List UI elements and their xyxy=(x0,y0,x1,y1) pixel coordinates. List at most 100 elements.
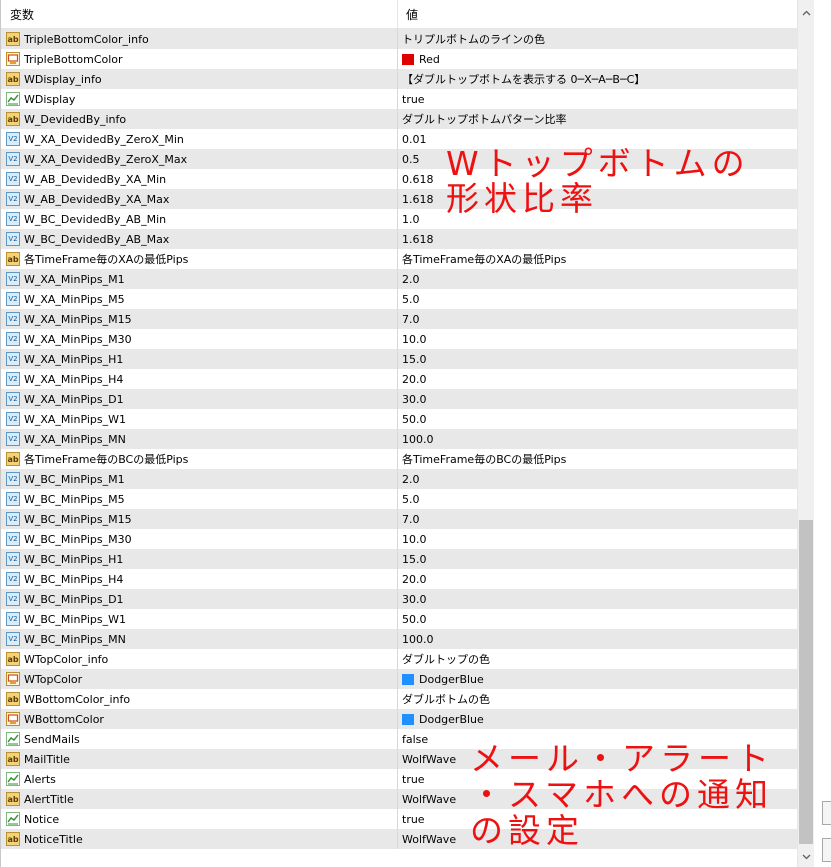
parameter-value-cell[interactable]: 2.0 xyxy=(398,269,797,289)
scroll-up-arrow-icon[interactable] xyxy=(798,4,815,21)
parameter-value-cell[interactable]: 2.0 xyxy=(398,469,797,489)
parameter-value-cell[interactable]: 各TimeFrame毎のXAの最低Pips xyxy=(398,249,797,269)
parameter-name-cell[interactable]: V2 W_BC_DevidedBy_AB_Min xyxy=(1,209,398,229)
parameter-name-cell[interactable]: V2 W_BC_DevidedBy_AB_Max xyxy=(1,229,398,249)
parameter-name-cell[interactable]: ab WBottomColor_info xyxy=(1,689,398,709)
parameter-row[interactable]: ab W_DevidedBy_info ダブルトップボトムパターン比率 xyxy=(1,109,797,129)
parameter-row[interactable]: V2 W_BC_MinPips_D1 30.0 xyxy=(1,589,797,609)
parameter-name-cell[interactable]: Alerts xyxy=(1,769,398,789)
parameter-name-cell[interactable]: V2 W_AB_DevidedBy_XA_Min xyxy=(1,169,398,189)
vertical-scrollbar[interactable] xyxy=(797,0,814,867)
value-column-header[interactable]: 値 xyxy=(398,0,797,28)
parameter-name-cell[interactable]: V2 W_XA_MinPips_M15 xyxy=(1,309,398,329)
parameter-value-cell[interactable]: 30.0 xyxy=(398,589,797,609)
parameter-value-cell[interactable]: 15.0 xyxy=(398,349,797,369)
variable-column-header[interactable]: 変数 xyxy=(1,0,398,28)
parameter-name-cell[interactable]: ab WTopColor_info xyxy=(1,649,398,669)
parameter-name-cell[interactable]: TripleBottomColor xyxy=(1,49,398,69)
parameter-value-cell[interactable]: 5.0 xyxy=(398,289,797,309)
parameter-row[interactable]: V2 W_BC_MinPips_H4 20.0 xyxy=(1,569,797,589)
parameter-value-cell[interactable]: 7.0 xyxy=(398,509,797,529)
parameter-name-cell[interactable]: WTopColor xyxy=(1,669,398,689)
parameter-name-cell[interactable]: V2 W_XA_DevidedBy_ZeroX_Max xyxy=(1,149,398,169)
parameter-row[interactable]: V2 W_XA_MinPips_H4 20.0 xyxy=(1,369,797,389)
parameter-row[interactable]: V2 W_XA_MinPips_M30 10.0 xyxy=(1,329,797,349)
parameter-row[interactable]: ab WDisplay_info 【ダブルトップボトムを表示する 0─X─A─B─C… xyxy=(1,69,797,89)
parameter-name-cell[interactable]: ab 各TimeFrame毎のBCの最低Pips xyxy=(1,449,398,469)
parameter-name-cell[interactable]: V2 W_BC_MinPips_MN xyxy=(1,629,398,649)
scroll-down-arrow-icon[interactable] xyxy=(798,848,815,865)
parameter-name-cell[interactable]: V2 W_AB_DevidedBy_XA_Max xyxy=(1,189,398,209)
parameter-row[interactable]: V2 W_BC_MinPips_M5 5.0 xyxy=(1,489,797,509)
parameter-name-cell[interactable]: ab TripleBottomColor_info xyxy=(1,29,398,49)
parameter-row[interactable]: WBottomColor DodgerBlue xyxy=(1,709,797,729)
parameter-value-cell[interactable]: ダブルボトムの色 xyxy=(398,689,797,709)
parameter-row[interactable]: V2 W_AB_DevidedBy_XA_Max 1.618 xyxy=(1,189,797,209)
parameter-name-cell[interactable]: V2 W_BC_MinPips_M1 xyxy=(1,469,398,489)
parameter-name-cell[interactable]: V2 W_BC_MinPips_M5 xyxy=(1,489,398,509)
parameter-name-cell[interactable]: ab WDisplay_info xyxy=(1,69,398,89)
parameter-row[interactable]: WTopColor DodgerBlue xyxy=(1,669,797,689)
parameter-name-cell[interactable]: V2 W_XA_MinPips_M30 xyxy=(1,329,398,349)
parameter-value-cell[interactable]: 各TimeFrame毎のBCの最低Pips xyxy=(398,449,797,469)
parameter-value-cell[interactable]: 7.0 xyxy=(398,309,797,329)
parameter-row[interactable]: V2 W_BC_MinPips_W1 50.0 xyxy=(1,609,797,629)
parameter-name-cell[interactable]: WDisplay xyxy=(1,89,398,109)
parameter-value-cell[interactable]: 15.0 xyxy=(398,549,797,569)
parameter-name-cell[interactable]: V2 W_XA_MinPips_M1 xyxy=(1,269,398,289)
parameter-value-cell[interactable]: 10.0 xyxy=(398,329,797,349)
parameter-row[interactable]: V2 W_XA_MinPips_D1 30.0 xyxy=(1,389,797,409)
parameter-value-cell[interactable]: 50.0 xyxy=(398,609,797,629)
parameter-name-cell[interactable]: V2 W_BC_MinPips_M15 xyxy=(1,509,398,529)
parameter-name-cell[interactable]: V2 W_BC_MinPips_H1 xyxy=(1,549,398,569)
parameter-row[interactable]: ab WTopColor_info ダブルトップの色 xyxy=(1,649,797,669)
parameter-value-cell[interactable]: 100.0 xyxy=(398,629,797,649)
parameter-row[interactable]: V2 W_BC_MinPips_M15 7.0 xyxy=(1,509,797,529)
parameter-row[interactable]: V2 W_BC_MinPips_M1 2.0 xyxy=(1,469,797,489)
parameter-name-cell[interactable]: V2 W_XA_MinPips_D1 xyxy=(1,389,398,409)
parameter-row[interactable]: V2 W_BC_MinPips_MN 100.0 xyxy=(1,629,797,649)
parameter-name-cell[interactable]: V2 W_BC_MinPips_W1 xyxy=(1,609,398,629)
parameter-name-cell[interactable]: ab W_DevidedBy_info xyxy=(1,109,398,129)
parameter-value-cell[interactable]: DodgerBlue xyxy=(398,669,797,689)
parameter-row[interactable]: V2 W_BC_DevidedBy_AB_Min 1.0 xyxy=(1,209,797,229)
parameter-value-cell[interactable]: DodgerBlue xyxy=(398,709,797,729)
parameter-row[interactable]: V2 W_XA_MinPips_W1 50.0 xyxy=(1,409,797,429)
parameter-name-cell[interactable]: V2 W_BC_MinPips_D1 xyxy=(1,589,398,609)
parameter-name-cell[interactable]: ab 各TimeFrame毎のXAの最低Pips xyxy=(1,249,398,269)
parameter-name-cell[interactable]: ab AlertTitle xyxy=(1,789,398,809)
parameter-row[interactable]: V2 W_XA_MinPips_M15 7.0 xyxy=(1,309,797,329)
parameter-value-cell[interactable]: WolfWave xyxy=(398,829,797,849)
parameter-name-cell[interactable]: V2 W_XA_MinPips_W1 xyxy=(1,409,398,429)
parameter-row[interactable]: ab WBottomColor_info ダブルボトムの色 xyxy=(1,689,797,709)
dialog-button-edge[interactable] xyxy=(822,838,831,862)
parameter-row[interactable]: V2 W_BC_MinPips_H1 15.0 xyxy=(1,549,797,569)
parameter-row[interactable]: V2 W_BC_DevidedBy_AB_Max 1.618 xyxy=(1,229,797,249)
parameter-value-cell[interactable]: 5.0 xyxy=(398,489,797,509)
parameter-name-cell[interactable]: V2 W_BC_MinPips_M30 xyxy=(1,529,398,549)
parameter-value-cell[interactable]: 20.0 xyxy=(398,569,797,589)
parameter-name-cell[interactable]: Notice xyxy=(1,809,398,829)
parameter-name-cell[interactable]: ab NoticeTitle xyxy=(1,829,398,849)
parameter-row[interactable]: ab 各TimeFrame毎のXAの最低Pips 各TimeFrame毎のXAの最低… xyxy=(1,249,797,269)
dialog-button-edge[interactable] xyxy=(822,801,831,825)
parameter-name-cell[interactable]: SendMails xyxy=(1,729,398,749)
parameter-name-cell[interactable]: V2 W_XA_MinPips_M5 xyxy=(1,289,398,309)
parameter-value-cell[interactable]: true xyxy=(398,89,797,109)
parameter-row[interactable]: V2 W_XA_MinPips_M1 2.0 xyxy=(1,269,797,289)
parameter-value-cell[interactable]: 10.0 xyxy=(398,529,797,549)
parameter-value-cell[interactable]: トリプルボトムのラインの色 xyxy=(398,29,797,49)
parameter-value-cell[interactable]: 50.0 xyxy=(398,409,797,429)
parameter-row[interactable]: V2 W_XA_MinPips_M5 5.0 xyxy=(1,289,797,309)
parameter-row[interactable]: ab TripleBottomColor_info トリプルボトムのラインの色 xyxy=(1,29,797,49)
parameter-row[interactable]: ab 各TimeFrame毎のBCの最低Pips 各TimeFrame毎のBCの最低… xyxy=(1,449,797,469)
parameter-row[interactable]: ab NoticeTitle WolfWave xyxy=(1,829,797,849)
parameter-name-cell[interactable]: ab MailTitle xyxy=(1,749,398,769)
parameter-row[interactable]: WDisplay true xyxy=(1,89,797,109)
parameter-value-cell[interactable]: Red xyxy=(398,49,797,69)
parameter-row[interactable]: V2 W_XA_MinPips_H1 15.0 xyxy=(1,349,797,369)
parameter-name-cell[interactable]: V2 W_BC_MinPips_H4 xyxy=(1,569,398,589)
parameter-value-cell[interactable]: 30.0 xyxy=(398,389,797,409)
parameter-row[interactable]: V2 W_XA_MinPips_MN 100.0 xyxy=(1,429,797,449)
parameter-name-cell[interactable]: V2 W_XA_MinPips_MN xyxy=(1,429,398,449)
